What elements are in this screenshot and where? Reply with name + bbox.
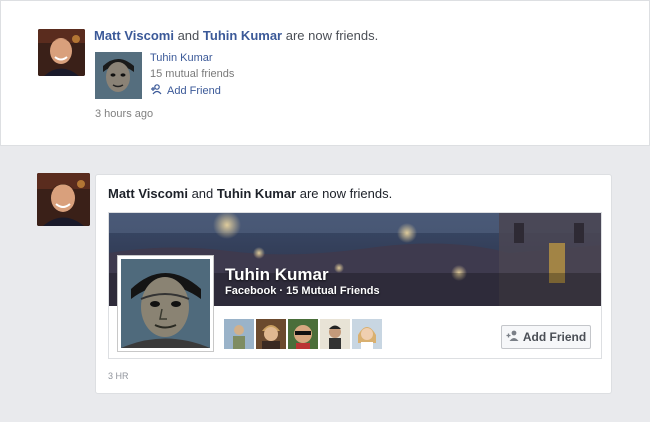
attachment-friend-name[interactable]: Tuhin Kumar (150, 52, 213, 64)
compact-story-text: Matt Viscomi and Tuhin Kumar are now fri… (94, 28, 379, 43)
attachment-mutual-friends: 15 mutual friends (150, 68, 235, 80)
friend-name-link[interactable]: Tuhin Kumar (203, 28, 282, 43)
profile-attachment[interactable]: Tuhin Kumar Facebook · 15 Mutual Friends… (108, 212, 602, 359)
friendship-story-card: Matt Viscomi and Tuhin Kumar are now fri… (95, 174, 612, 394)
profile-name[interactable]: Tuhin Kumar (225, 265, 329, 285)
mutual-friend-photo[interactable] (320, 319, 350, 349)
actor-name-link[interactable]: Matt Viscomi (94, 28, 174, 43)
mutual-friend-photo[interactable] (352, 319, 382, 349)
profile-subtitle: Facebook · 15 Mutual Friends (225, 285, 380, 297)
card-friend-name-link[interactable]: Tuhin Kumar (217, 186, 296, 201)
add-friend-icon (506, 330, 519, 344)
friend-thumbnail[interactable] (95, 52, 142, 99)
add-friend-label: Add Friend (522, 330, 587, 344)
add-friend-button[interactable]: Add Friend (501, 325, 591, 349)
mutual-friend-photo[interactable] (224, 319, 254, 349)
card-timestamp[interactable]: 3 HR (108, 371, 129, 381)
mutual-friend-photo[interactable] (256, 319, 286, 349)
profile-picture[interactable] (117, 255, 214, 352)
actor-avatar-large[interactable] (37, 173, 90, 226)
card-story-text: Matt Viscomi and Tuhin Kumar are now fri… (108, 186, 393, 201)
compact-add-friend-button[interactable]: Add Friend (150, 84, 221, 98)
add-friend-icon (150, 84, 162, 98)
add-friend-label: Add Friend (167, 85, 221, 97)
mutual-friend-photo[interactable] (288, 319, 318, 349)
actor-avatar[interactable] (38, 29, 85, 76)
compact-story: Matt Viscomi and Tuhin Kumar are now fri… (0, 0, 650, 146)
compact-timestamp[interactable]: 3 hours ago (95, 108, 153, 120)
card-actor-name-link[interactable]: Matt Viscomi (108, 186, 188, 201)
